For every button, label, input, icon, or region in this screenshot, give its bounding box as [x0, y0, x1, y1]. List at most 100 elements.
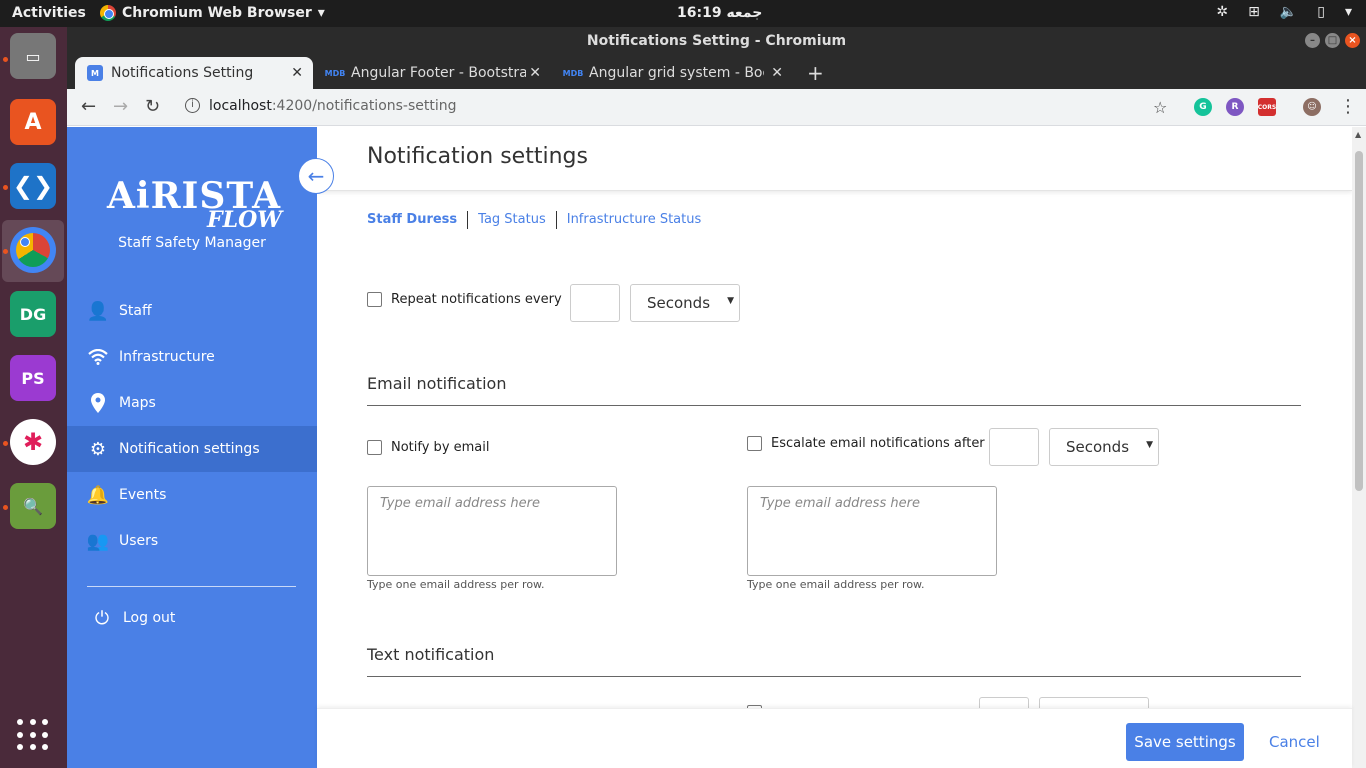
battery-icon[interactable]: ▯ — [1317, 4, 1325, 20]
slack-tray-icon[interactable]: ✲ — [1216, 4, 1228, 20]
escalate-interval-input[interactable] — [989, 428, 1039, 466]
logout-button[interactable]: ⏻ Log out — [67, 595, 317, 641]
menu-kebab-icon[interactable]: ⋮ — [1339, 96, 1357, 117]
section-divider — [367, 405, 1301, 406]
sidebar-divider — [87, 586, 296, 587]
window-controls: – □ × — [1305, 33, 1360, 48]
chromium-icon — [100, 5, 116, 21]
app-favicon: M — [87, 65, 103, 81]
running-indicator — [3, 249, 8, 254]
datagrip-icon[interactable]: DG — [10, 291, 56, 337]
cancel-button[interactable]: Cancel — [1269, 733, 1320, 751]
maximize-button[interactable]: □ — [1325, 33, 1340, 48]
bell-icon: 🔔 — [86, 484, 110, 506]
map-pin-icon — [87, 393, 109, 413]
dock: ▭ A ❮❯ DG PS ✱ 🔍 — [0, 27, 67, 768]
sidebar-item-notification-settings[interactable]: ⚙ Notification settings — [67, 426, 317, 472]
sidebar-item-label: Events — [119, 487, 167, 503]
subtab-infrastructure-status[interactable]: Infrastructure Status — [555, 211, 712, 229]
page-scrollbar[interactable]: ▲ — [1352, 127, 1366, 768]
settings-footer: Save settings Cancel — [317, 708, 1352, 768]
sidebar-item-users[interactable]: 👥 Users — [67, 518, 317, 564]
arrow-left-icon: ← — [307, 164, 325, 188]
toolbar: ← → ↻ i localhost:4200/notifications-set… — [67, 89, 1366, 126]
profile-avatar[interactable]: ☺ — [1303, 98, 1321, 116]
page-header: Notification settings — [317, 127, 1352, 191]
window-title-bar: Notifications Setting - Chromium – □ × — [67, 27, 1366, 55]
scrollbar-thumb[interactable] — [1355, 151, 1363, 491]
save-settings-button[interactable]: Save settings — [1126, 723, 1244, 761]
email-section-title: Email notification — [367, 374, 507, 393]
repeat-interval-input[interactable] — [570, 284, 620, 322]
chromium-dock-icon[interactable] — [10, 227, 56, 273]
repeat-notifications-checkbox[interactable] — [367, 292, 382, 307]
files-icon[interactable]: ▭ — [10, 33, 56, 79]
escalation-recipients-textarea[interactable]: Type email address here — [747, 486, 997, 576]
email-recipients-textarea[interactable]: Type email address here — [367, 486, 617, 576]
escalate-unit-select[interactable]: Seconds ▼ — [1049, 428, 1159, 466]
email-help-text: Type one email address per row. — [367, 578, 545, 591]
tab-strip: M Notifications Setting ✕ MDB Angular Fo… — [67, 55, 1366, 89]
scroll-up-icon[interactable]: ▲ — [1355, 130, 1361, 139]
address-bar[interactable]: localhost:4200/notifications-setting — [209, 98, 457, 114]
back-icon[interactable]: ← — [81, 96, 96, 117]
sidebar-item-maps[interactable]: Maps — [67, 380, 317, 426]
site-info-icon[interactable]: i — [185, 98, 200, 113]
show-applications-icon[interactable] — [17, 719, 49, 751]
running-indicator — [3, 505, 8, 510]
network-icon[interactable]: ⊞ — [1248, 4, 1260, 20]
subtab-staff-duress[interactable]: Staff Duress — [367, 211, 467, 229]
tab-label: Angular grid system - Bootstrap — [589, 65, 764, 81]
image-viewer-icon[interactable]: 🔍 — [10, 483, 56, 529]
software-center-icon[interactable]: A — [10, 99, 56, 145]
sidebar-item-events[interactable]: 🔔 Events — [67, 472, 317, 518]
slack-icon[interactable]: ✱ — [10, 419, 56, 465]
window-title: Notifications Setting - Chromium — [586, 33, 847, 49]
extension-r-icon[interactable]: R — [1226, 98, 1244, 116]
sidebar-item-staff[interactable]: 👤 Staff — [67, 288, 317, 334]
close-tab-icon[interactable]: ✕ — [291, 65, 303, 81]
forward-icon[interactable]: → — [113, 96, 128, 117]
vscode-icon[interactable]: ❮❯ — [10, 163, 56, 209]
person-icon: 👤 — [86, 300, 110, 322]
minimize-button[interactable]: – — [1305, 33, 1320, 48]
chromium-icon — [16, 233, 50, 267]
volume-icon[interactable]: 🔈 — [1280, 4, 1297, 20]
sidebar-item-label: Infrastructure — [119, 349, 215, 365]
escalate-email-checkbox[interactable] — [747, 436, 762, 451]
repeat-unit-select[interactable]: Seconds ▼ — [630, 284, 740, 322]
page-title: Notification settings — [367, 144, 588, 169]
notify-by-email-label: Notify by email — [391, 440, 490, 455]
power-menu-icon[interactable]: ▾ — [1345, 4, 1352, 20]
tab-label: Angular Footer - Bootstrap — [351, 65, 526, 81]
activities-button[interactable]: Activities — [12, 5, 86, 21]
sidebar-item-infrastructure[interactable]: Infrastructure — [67, 334, 317, 380]
close-window-button[interactable]: × — [1345, 33, 1360, 48]
bookmark-star-icon[interactable]: ☆ — [1153, 98, 1167, 117]
tab-angular-grid[interactable]: MDB Angular grid system - Bootstrap ✕ — [553, 57, 793, 89]
reload-icon[interactable]: ↻ — [145, 96, 160, 117]
running-indicator — [3, 185, 8, 190]
tab-notifications-setting[interactable]: M Notifications Setting ✕ — [75, 57, 313, 89]
new-tab-button[interactable]: + — [807, 61, 824, 85]
escalate-unit-value: Seconds — [1066, 438, 1130, 456]
subtab-tag-status[interactable]: Tag Status — [467, 211, 556, 229]
app-menu[interactable]: Chromium Web Browser ▾ — [100, 5, 325, 21]
collapse-sidebar-button[interactable]: ← — [298, 158, 334, 194]
app-sidebar: AiRISTA FLOW Staff Safety Manager 👤 Staf… — [67, 127, 317, 768]
close-tab-icon[interactable]: ✕ — [529, 65, 541, 81]
grammarly-extension-icon[interactable]: G — [1194, 98, 1212, 116]
close-tab-icon[interactable]: ✕ — [771, 65, 783, 81]
brand-logo-sub: FLOW — [207, 207, 282, 233]
phpstorm-icon[interactable]: PS — [10, 355, 56, 401]
sidebar-item-label: Notification settings — [119, 441, 260, 457]
notify-by-email-checkbox[interactable] — [367, 440, 382, 455]
url-host: localhost — [209, 98, 272, 114]
cors-extension-icon[interactable]: CORS — [1258, 98, 1276, 116]
tab-label: Notifications Setting — [111, 65, 254, 81]
clock[interactable]: 16:19 جمعه — [677, 5, 762, 21]
tab-angular-footer[interactable]: MDB Angular Footer - Bootstrap ✕ — [315, 57, 551, 89]
section-divider — [367, 676, 1301, 677]
gear-icon: ⚙ — [89, 438, 107, 460]
system-tray[interactable]: ✲ ⊞ 🔈 ▯ ▾ — [1216, 4, 1352, 20]
